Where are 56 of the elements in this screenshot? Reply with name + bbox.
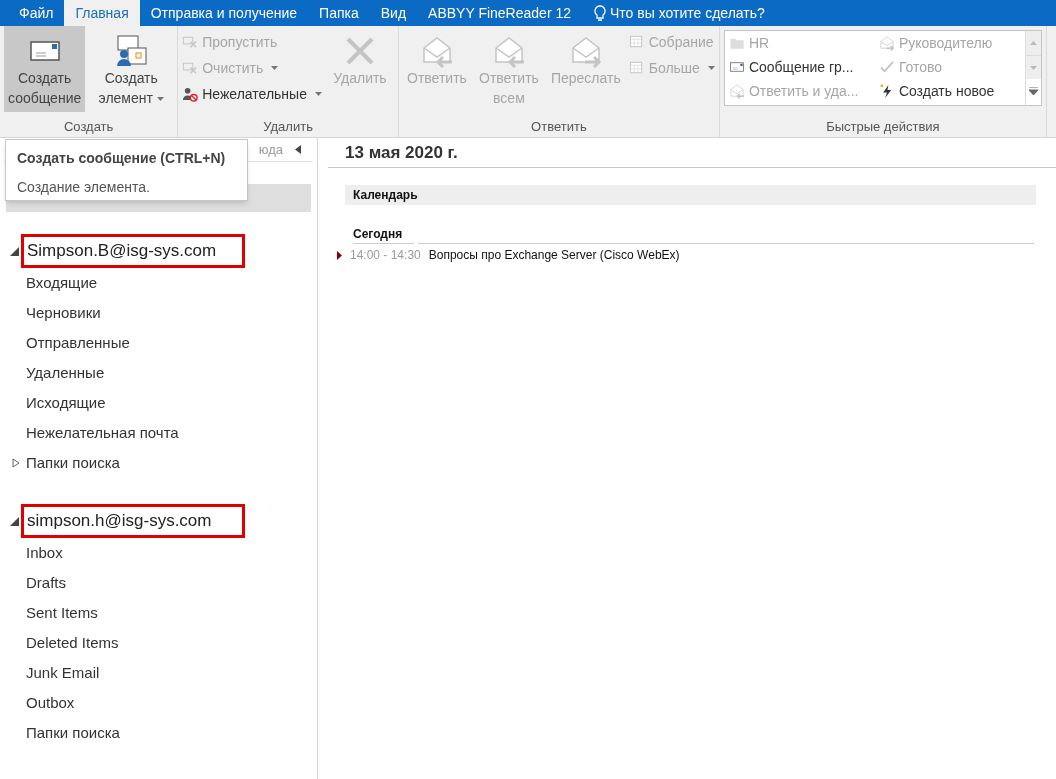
person-blocked-icon [182, 86, 199, 102]
lightbulb-icon [594, 5, 606, 21]
folder-item[interactable]: Входящие [26, 271, 98, 295]
pane-header-text: юда [258, 140, 283, 159]
folder-item[interactable]: Нежелательная почта [26, 421, 179, 445]
expand-icon[interactable] [10, 246, 19, 256]
group-label: Удалить [262, 118, 314, 136]
folder-item[interactable]: Черновики [26, 301, 101, 325]
day-heading: Сегодня [353, 225, 415, 244]
folder-item[interactable]: Папки поиска [26, 721, 120, 745]
folder-item[interactable]: Drafts [26, 571, 66, 595]
checkmark-icon [878, 59, 895, 75]
expand-icon[interactable] [10, 516, 19, 526]
group-label: Ответить [530, 118, 588, 136]
folder-item[interactable]: Отправленные [26, 331, 130, 355]
ribbon-tab[interactable]: Вид [369, 0, 418, 26]
calendar-phone-icon [628, 60, 645, 76]
tell-me-search[interactable]: Что вы хотите сделать? [610, 2, 765, 24]
person-calendar-icon [114, 34, 149, 68]
folder-item[interactable]: Deleted Items [26, 631, 119, 655]
calendar-icon [628, 34, 645, 50]
folder-item[interactable]: Папки поиска [26, 451, 120, 475]
ribbon-tab[interactable]: Файл [8, 0, 65, 26]
ribbon-tab[interactable]: ABBYY FineReader 12 [417, 0, 582, 26]
envelope-icon [728, 59, 745, 75]
envelope-cross-icon [182, 60, 199, 76]
envelope-cross-icon [182, 34, 199, 50]
account-name[interactable]: simpson.h@isg-sys.com [21, 504, 245, 538]
folder-item[interactable]: Outbox [26, 691, 75, 715]
group-label: Создать [62, 118, 115, 136]
event-title[interactable]: Вопросы про Exchange Server (Cisco WebEx) [428, 246, 680, 264]
collapse-icon[interactable] [295, 145, 301, 154]
envelope-arrow-icon [878, 35, 895, 51]
folder-item[interactable]: Junk Email [26, 661, 100, 685]
ribbon-button[interactable]: Нежелательные [182, 82, 322, 106]
ribbon-button[interactable]: Создать элемент [89, 26, 174, 112]
group-label: Быстрые действия [825, 118, 941, 136]
date-heading: 13 мая 2020 г. [345, 141, 458, 164]
envelope-arrow-icon [728, 83, 745, 99]
quick-step[interactable]: Сообщение гр... [728, 55, 875, 79]
ribbon-button[interactable]: Создать сообщение [4, 26, 86, 112]
account-name[interactable]: Simpson.B@isg-sys.com [21, 234, 245, 268]
event-marker-icon [337, 250, 342, 260]
expand-icon[interactable] [12, 458, 20, 468]
ribbon-tab[interactable]: Главная [64, 0, 140, 26]
event-time: 14:00 - 14:30 [350, 247, 421, 264]
ribbon-tab[interactable]: Папка [308, 0, 370, 26]
tooltip-title: Создать сообщение (CTRL+N) [17, 149, 227, 168]
tooltip-text: Создание элемента. [17, 178, 151, 197]
section-heading: Календарь [353, 187, 418, 204]
ribbon-tab[interactable]: Отправка и получение [139, 0, 309, 26]
folder-item[interactable]: Sent Items [26, 601, 98, 625]
folder-item[interactable]: Inbox [26, 541, 63, 565]
folder-item[interactable]: Исходящие [26, 391, 106, 415]
quick-step[interactable]: Создать новое [878, 79, 1025, 103]
folder-item[interactable]: Удаленные [26, 361, 105, 385]
